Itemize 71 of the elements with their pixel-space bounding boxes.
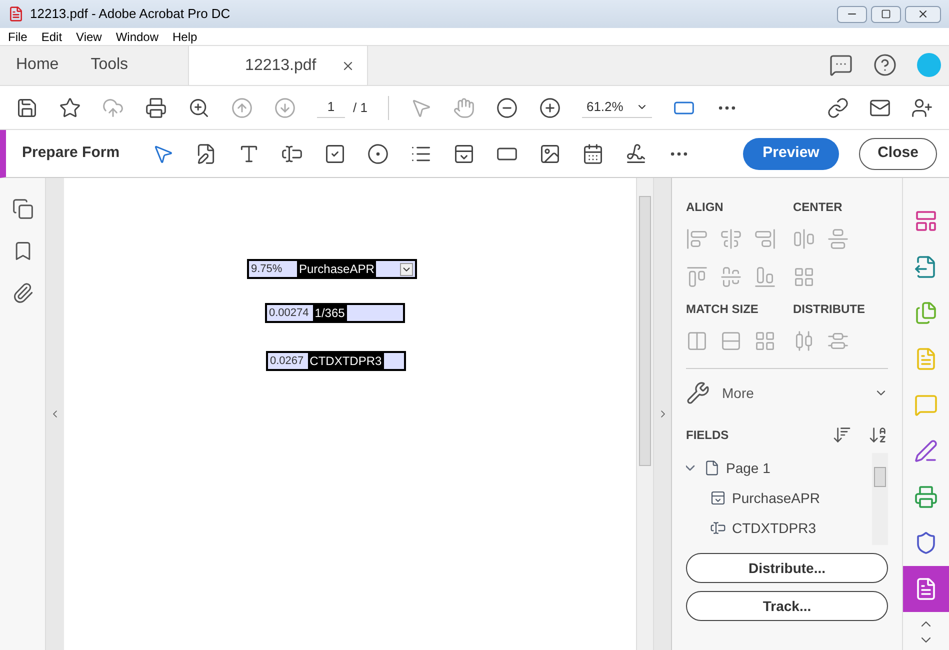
prepare-form-title: Prepare Form (22, 143, 120, 164)
menu-item[interactable]: Edit (41, 28, 62, 46)
field-name: 1/365 (312, 304, 347, 322)
page-number-field[interactable]: 1 (317, 97, 345, 118)
tab[interactable]: Home (0, 45, 75, 85)
field-name: CTDXTDPR3 (308, 352, 384, 370)
add-user-icon[interactable] (911, 96, 933, 118)
field-name: PurchaseAPR (297, 260, 376, 278)
radio-icon[interactable] (366, 142, 389, 164)
rail-tool[interactable] (903, 566, 949, 612)
scrollbar[interactable] (636, 178, 654, 650)
signature-icon[interactable] (624, 142, 647, 164)
tree-item[interactable]: CTDXTDPR3 (732, 518, 816, 538)
link-icon[interactable] (827, 96, 849, 118)
section-title: MATCH SIZE (686, 301, 760, 318)
zoom-dropdown[interactable]: 61.2% (582, 97, 652, 118)
calendar-icon[interactable] (582, 142, 604, 164)
page-icon (704, 460, 720, 476)
form-field[interactable]: 9.75% PurchaseAPR (247, 259, 417, 279)
panel-button[interactable]: Track... (686, 591, 888, 621)
image-icon[interactable] (538, 142, 561, 164)
zoom-out-icon[interactable] (496, 96, 518, 118)
form-icon (914, 577, 938, 601)
help-icon[interactable] (873, 53, 897, 77)
field-value: 0.0267 (269, 354, 305, 369)
tools-icon (686, 381, 710, 405)
tab[interactable]: 12213.pdf (188, 45, 368, 85)
tab-label: Home (16, 55, 59, 75)
pages-icon[interactable] (12, 198, 34, 220)
page-total: / 1 (353, 98, 368, 117)
checkbox-icon[interactable] (324, 142, 346, 164)
menu-item[interactable]: File (8, 28, 28, 46)
pdf-icon (8, 6, 24, 22)
panel-button[interactable]: Distribute... (686, 553, 888, 583)
field-value: 0.00274 (268, 306, 310, 321)
window-title: 12213.pdf - Adobe Acrobat Pro DC (30, 5, 230, 24)
tab-label: Tools (90, 55, 128, 75)
section-title: ALIGN (686, 199, 724, 216)
tab-label: 12213.pdf (245, 56, 316, 76)
scrollbar[interactable] (872, 453, 888, 545)
zoom-in-icon[interactable] (539, 96, 562, 118)
sort-alphabetical-icon[interactable] (868, 425, 888, 445)
maximize-icon (881, 9, 891, 19)
form-field[interactable]: 0.00274 1/365 (265, 303, 405, 323)
preview-button[interactable]: Preview (743, 138, 839, 170)
close-button[interactable]: Close (859, 138, 937, 170)
sort-icon[interactable] (832, 425, 852, 445)
zoom-icon[interactable] (188, 96, 210, 118)
menu-item[interactable]: Help (172, 28, 198, 46)
close-window-button[interactable] (905, 6, 941, 22)
dropdown-field-icon (710, 490, 726, 506)
menu-item[interactable]: Window (116, 28, 159, 46)
tree-item[interactable]: Page 1 (726, 458, 770, 478)
tree-item[interactable]: PurchaseAPR (732, 488, 820, 508)
comment-icon[interactable] (829, 53, 853, 77)
section-title: CENTER (793, 199, 844, 216)
star-icon[interactable] (59, 96, 81, 118)
more-label[interactable]: More (722, 382, 754, 404)
form-field[interactable]: 0.0267 CTDXTDPR3 (266, 351, 406, 371)
printer-icon[interactable] (145, 96, 167, 118)
menu-item[interactable]: View (76, 28, 102, 46)
dropdown-icon[interactable] (452, 142, 475, 164)
attachment-icon[interactable] (12, 282, 34, 304)
save-icon[interactable] (16, 96, 38, 118)
close-icon (917, 8, 929, 20)
text-field-icon (710, 520, 726, 536)
field-value: 9.75% (250, 262, 284, 277)
fields-title: FIELDS (686, 427, 729, 444)
tab[interactable]: Tools (74, 45, 144, 85)
section-title: DISTRIBUTE (793, 301, 866, 318)
maximize-button[interactable] (871, 6, 901, 22)
